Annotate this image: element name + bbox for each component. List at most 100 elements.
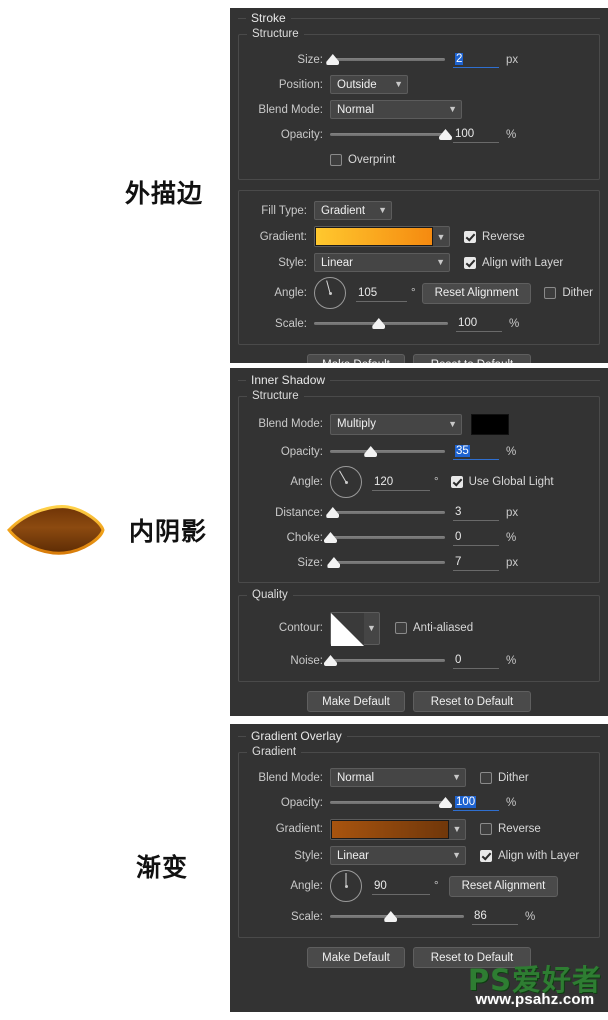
checkbox-icon — [480, 823, 492, 835]
stroke-opacity-unit: % — [506, 128, 517, 141]
inner-angle-input[interactable]: 120 — [372, 474, 430, 491]
inner-use-global-light-checkbox[interactable]: Use Global Light — [450, 476, 554, 488]
stroke-make-default-button[interactable]: Make Default — [307, 354, 405, 363]
stroke-scale-label: Scale: — [275, 317, 307, 330]
stroke-size-slider[interactable] — [326, 50, 445, 69]
grad-opacity-unit: % — [506, 796, 517, 809]
grad-scale-input[interactable]: 86 — [472, 908, 518, 925]
stroke-size-input[interactable]: 2 — [453, 51, 499, 68]
grad-scale-value: 86 — [474, 910, 487, 922]
inner-make-default-button[interactable]: Make Default — [307, 691, 405, 712]
grad-opacity-input[interactable]: 100 — [453, 794, 499, 811]
stroke-position-select[interactable]: Outside ▼ — [330, 75, 408, 94]
chevron-down-icon: ▼ — [448, 418, 457, 429]
dial-hub — [344, 884, 348, 888]
grad-reset-alignment-button[interactable]: Reset Alignment — [448, 875, 559, 897]
inner-size-unit: px — [506, 556, 519, 569]
grad-scale-slider[interactable] — [330, 907, 464, 926]
inner-choke-unit: % — [506, 531, 517, 544]
grad-angle-input[interactable]: 90 — [372, 878, 430, 895]
chevron-down-icon: ▼ — [452, 772, 461, 782]
inner-quality-title: Quality — [247, 589, 293, 601]
inner-anti-aliased-checkbox[interactable]: Anti-aliased — [395, 622, 473, 634]
slider-track — [330, 915, 464, 918]
stroke-align-checkbox[interactable]: Align with Layer — [464, 256, 564, 269]
stroke-scale-slider[interactable] — [314, 314, 448, 333]
stroke-angle-input[interactable]: 105 — [356, 285, 407, 302]
inner-choke-label: Choke: — [286, 531, 323, 544]
site-watermark: PS爱好者 www.psahz.com — [468, 965, 602, 1009]
chevron-down-icon: ▼ — [378, 205, 387, 215]
stroke-fill-type-select[interactable]: Gradient ▼ — [314, 201, 392, 220]
stroke-overprint-checkbox[interactable]: Overprint — [330, 153, 395, 166]
stroke-position-label: Position: — [278, 78, 323, 91]
chevron-down-icon: ▼ — [436, 257, 445, 267]
grad-align-label: Align with Layer — [498, 849, 580, 862]
stroke-dither-checkbox[interactable]: Dither — [544, 287, 593, 299]
stroke-opacity-label: Opacity: — [280, 128, 323, 141]
inner-size-row: Size: 7 px — [239, 550, 599, 575]
inner-distance-input[interactable]: 3 — [453, 504, 499, 521]
inner-noise-value: 0 — [455, 654, 462, 666]
grad-angle-dial[interactable] — [330, 870, 362, 902]
inner-blend-mode-label: Blend Mode: — [258, 418, 323, 430]
inner-blend-mode-select[interactable]: Multiply ▼ — [330, 413, 462, 435]
grad-align-checkbox[interactable]: Align with Layer — [480, 849, 580, 862]
stroke-angle-dial[interactable] — [314, 277, 346, 309]
grad-gradient-label: Gradient: — [275, 823, 323, 835]
stroke-align-label: Align with Layer — [482, 256, 564, 269]
grad-dither-checkbox[interactable]: Dither — [480, 771, 529, 784]
inner-shadow-color-swatch[interactable] — [471, 413, 509, 435]
stroke-scale-value: 100 — [458, 317, 478, 329]
chevron-down-icon: ▼ — [452, 850, 461, 860]
inner-distance-slider[interactable] — [326, 503, 445, 522]
grad-blend-mode-select[interactable]: Normal ▼ — [330, 768, 466, 787]
stroke-style-select[interactable]: Linear ▼ — [314, 253, 450, 272]
inner-opacity-slider[interactable] — [330, 442, 445, 461]
checkbox-icon — [464, 256, 476, 269]
grad-gradient-picker[interactable]: ▼ — [330, 818, 466, 840]
stroke-gradient-label: Gradient: — [259, 230, 307, 243]
gradient-swatch[interactable] — [331, 819, 449, 839]
slider-track — [330, 58, 445, 61]
gradient-swatch[interactable] — [315, 227, 433, 246]
grad-angle-label: Angle: — [290, 880, 323, 892]
slider-track — [330, 561, 445, 564]
dial-hub — [344, 480, 348, 484]
inner-reset-to-default-button[interactable]: Reset to Default — [413, 691, 531, 712]
chevron-down-icon: ▼ — [394, 79, 403, 89]
stroke-opacity-slider[interactable] — [330, 125, 452, 144]
stroke-reverse-checkbox[interactable]: Reverse — [464, 230, 525, 243]
inner-opacity-input[interactable]: 35 — [453, 443, 499, 460]
inner-noise-input[interactable]: 0 — [453, 652, 499, 669]
stroke-blend-mode-select[interactable]: Normal ▼ — [330, 100, 462, 119]
grad-style-select[interactable]: Linear ▼ — [330, 846, 466, 865]
inner-size-slider[interactable] — [327, 553, 445, 572]
stroke-scale-input[interactable]: 100 — [456, 315, 502, 332]
stroke-style-value: Linear — [321, 256, 353, 269]
inner-size-input[interactable]: 7 — [453, 554, 499, 571]
chevron-down-icon: ▼ — [436, 231, 446, 242]
checkbox-icon — [464, 230, 476, 243]
grad-opacity-slider[interactable] — [330, 793, 452, 812]
chevron-down-icon: ▼ — [452, 824, 462, 834]
grad-angle-row: Angle: 90 ° Reset Alignment — [239, 868, 599, 904]
inner-anti-aliased-label: Anti-aliased — [413, 622, 474, 634]
inner-distance-value: 3 — [455, 506, 462, 518]
stroke-size-unit: px — [506, 53, 519, 66]
inner-noise-slider[interactable] — [324, 651, 445, 670]
stroke-reset-to-default-button[interactable]: Reset to Default — [413, 354, 531, 363]
inner-angle-dial[interactable] — [330, 466, 362, 498]
inner-structure-title: Structure — [247, 390, 304, 402]
stroke-opacity-input[interactable]: 100 — [453, 126, 499, 143]
inner-choke-slider[interactable] — [324, 528, 445, 547]
inner-contour-picker[interactable]: ▼ — [330, 611, 380, 646]
stroke-scale-unit: % — [509, 317, 520, 330]
stroke-gradient-picker[interactable]: ▼ — [314, 226, 450, 247]
inner-choke-input[interactable]: 0 — [453, 529, 499, 546]
grad-scale-label: Scale: — [291, 910, 323, 923]
grad-reverse-checkbox[interactable]: Reverse — [480, 823, 541, 835]
stroke-reset-alignment-button[interactable]: Reset Alignment — [421, 282, 532, 304]
grad-scale-row: Scale: 86 % — [239, 904, 599, 929]
grad-make-default-button[interactable]: Make Default — [307, 947, 405, 968]
